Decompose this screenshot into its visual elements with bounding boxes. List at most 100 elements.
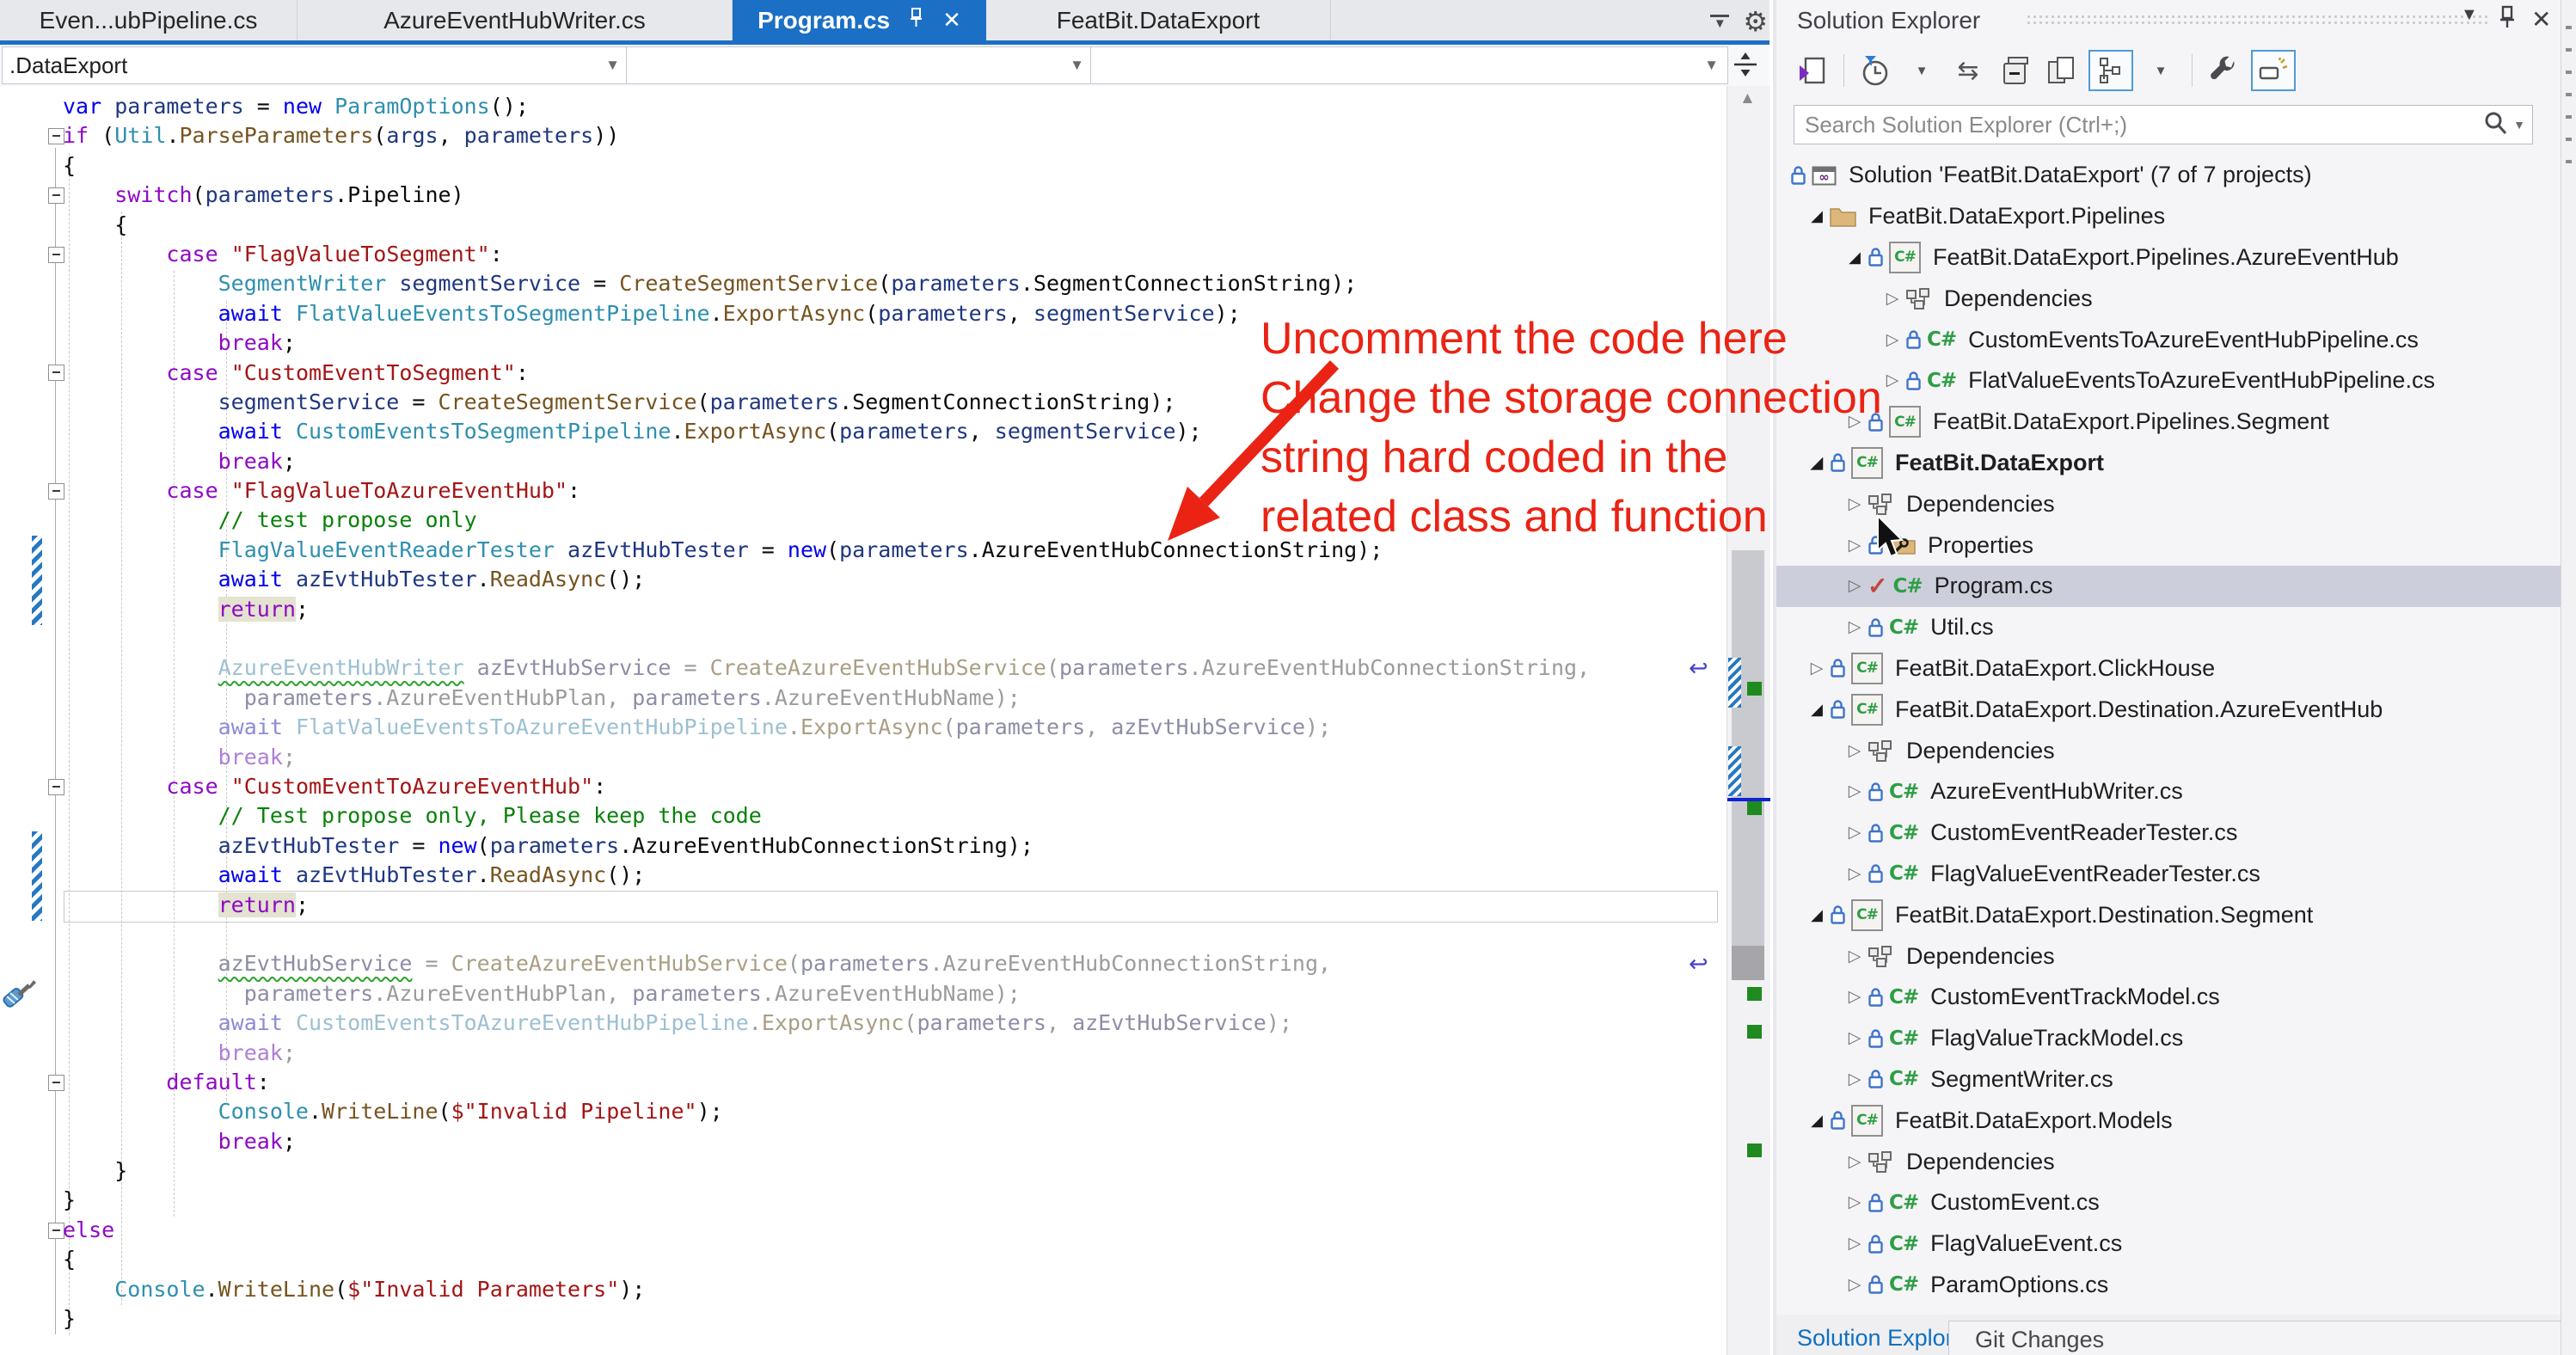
code-line[interactable]: Console.WriteLine($"Invalid Parameters")…	[0, 1275, 1727, 1304]
member-combo[interactable]: ▼	[1090, 46, 1728, 84]
expander-collapsed-icon[interactable]: ▷	[1842, 782, 1868, 801]
home-document-icon[interactable]	[1794, 52, 1831, 89]
type-combo[interactable]: ▼	[626, 46, 1094, 84]
code-line[interactable]: // Test propose only, Please keep the co…	[0, 801, 1727, 831]
tree-row[interactable]: ▷C#Util.cs	[1776, 607, 2564, 648]
code-content[interactable]: var parameters = new ParamOptions();if (…	[0, 92, 1727, 1334]
tree-row[interactable]: ▷C#AzureEventHubWriter.cs	[1776, 771, 2564, 812]
close-icon[interactable]: ✕	[942, 7, 961, 34]
expander-collapsed-icon[interactable]: ▷	[1842, 947, 1868, 966]
tree-row[interactable]: ◢FeatBit.DataExport.Pipelines	[1776, 196, 2564, 237]
code-line[interactable]: else	[0, 1216, 1727, 1245]
scroll-up-icon[interactable]: ▲	[1739, 89, 1756, 108]
tree-row[interactable]: ▷C#CustomEvent.cs	[1776, 1182, 2564, 1223]
tree-row[interactable]: ▷C#CustomEventsToAzureEventHubPipeline.c…	[1776, 319, 2564, 360]
code-line[interactable]: SegmentWriter segmentService = CreateSeg…	[0, 269, 1727, 298]
code-line[interactable]: await FlatValueEventsToSegmentPipeline.E…	[0, 299, 1727, 328]
expander-expanded-icon[interactable]: ◢	[1804, 207, 1830, 225]
search-icon[interactable]	[2482, 110, 2508, 140]
code-line[interactable]: }	[0, 1156, 1727, 1186]
tree-row[interactable]: ▷C#ParamOptions.cs	[1776, 1265, 2564, 1306]
tree-row[interactable]: ▷C#FeatBit.DataExport.Pipelines.Segment	[1776, 402, 2564, 443]
tree-row[interactable]: ▷C#SegmentWriter.cs	[1776, 1059, 2564, 1101]
sync-with-active-document-icon[interactable]: ⇆	[1949, 52, 1987, 89]
dropdown[interactable]: ▼	[1903, 52, 1941, 89]
code-line[interactable]: azEvtHubService = CreateAzureEventHubSer…	[0, 949, 1727, 978]
expander-collapsed-icon[interactable]: ▷	[1842, 1152, 1868, 1172]
expander-expanded-icon[interactable]: ◢	[1804, 701, 1830, 719]
tab-program-cs[interactable]: Program.cs ✕	[733, 0, 986, 40]
code-line[interactable]: parameters.AzureEventHubPlan, parameters…	[0, 684, 1727, 713]
tab-azureeventhubwriter[interactable]: AzureEventHubWriter.cs	[297, 0, 733, 40]
open-files-dropdown-icon[interactable]: ▼	[1708, 15, 1731, 29]
code-line[interactable]: // test propose only	[0, 506, 1727, 535]
code-line[interactable]: break;	[0, 328, 1727, 358]
code-line[interactable]: await azEvtHubTester.ReadAsync();	[0, 861, 1727, 890]
tree-row[interactable]: ▷C#CustomEventTrackModel.cs	[1776, 977, 2564, 1018]
tab-featbit-dataexport[interactable]: FeatBit.DataExport	[986, 0, 1331, 40]
tree-row[interactable]: ▷C#CustomEventReaderTester.cs	[1776, 812, 2564, 854]
code-line[interactable]: break;	[0, 447, 1727, 476]
expander-collapsed-icon[interactable]: ▷	[1842, 617, 1868, 637]
tree-row[interactable]: ▷C#FlagValueEventReaderTester.cs	[1776, 854, 2564, 895]
code-line[interactable]: default:	[0, 1068, 1727, 1097]
code-line[interactable]	[0, 624, 1727, 653]
preview-selected-items-icon[interactable]	[2251, 50, 2296, 91]
code-line[interactable]: parameters.AzureEventHubPlan, parameters…	[0, 979, 1727, 1009]
code-line[interactable]	[0, 920, 1727, 949]
nested-view-icon[interactable]	[2088, 50, 2133, 91]
gear-icon[interactable]: ⚙	[1743, 5, 1768, 38]
code-line[interactable]: break;	[0, 1039, 1727, 1068]
dropdown[interactable]: ▼	[2142, 52, 2180, 89]
expander-collapsed-icon[interactable]: ▷	[1804, 659, 1830, 678]
code-editor[interactable]: var parameters = new ParamOptions();if (…	[0, 86, 1727, 1355]
tree-row[interactable]: ▷Properties	[1776, 524, 2564, 566]
code-line[interactable]: {	[0, 211, 1727, 240]
expander-collapsed-icon[interactable]: ▷	[1842, 412, 1868, 432]
wrench-icon[interactable]	[2205, 52, 2242, 89]
code-line[interactable]: case "FlagValueToAzureEventHub":	[0, 476, 1727, 506]
code-line[interactable]: AzureEventHubWriter azEvtHubService = Cr…	[0, 653, 1727, 683]
tree-row[interactable]: ▷C#FlagValueEvent.cs	[1776, 1223, 2564, 1265]
code-line[interactable]: Console.WriteLine($"Invalid Pipeline");	[0, 1097, 1727, 1126]
code-line[interactable]: segmentService = CreateSegmentService(pa…	[0, 388, 1727, 417]
window-position-chevron-icon[interactable]: ▼	[2461, 5, 2478, 25]
code-line[interactable]: }	[0, 1186, 1727, 1215]
code-line[interactable]: break;	[0, 1127, 1727, 1156]
editor-scrollbar[interactable]: ▲	[1727, 86, 1770, 1355]
code-line[interactable]: case "CustomEventToSegment":	[0, 359, 1727, 388]
split-window-button[interactable]	[1725, 46, 1766, 83]
expander-collapsed-icon[interactable]: ▷	[1880, 330, 1905, 350]
code-line[interactable]: await CustomEventsToAzureEventHubPipelin…	[0, 1009, 1727, 1038]
expander-collapsed-icon[interactable]: ▷	[1842, 741, 1868, 761]
expander-expanded-icon[interactable]: ◢	[1804, 1112, 1830, 1130]
tree-row[interactable]: ◢C#FeatBit.DataExport.Models	[1776, 1100, 2564, 1141]
expander-collapsed-icon[interactable]: ▷	[1842, 987, 1868, 1007]
tree-row[interactable]: ◢C#FeatBit.DataExport.Destination.Segmen…	[1776, 894, 2564, 935]
expander-collapsed-icon[interactable]: ▷	[1880, 289, 1905, 309]
code-line[interactable]: await CustomEventsToSegmentPipeline.Expo…	[0, 417, 1727, 446]
tree-row[interactable]: ◢C#FeatBit.DataExport	[1776, 443, 2564, 484]
code-line[interactable]: {	[0, 1245, 1727, 1274]
tree-row[interactable]: ▷✓C#Program.cs	[1776, 566, 2564, 607]
tree-row[interactable]: ∞Solution 'FeatBit.DataExport' (7 of 7 p…	[1776, 155, 2564, 196]
expander-expanded-icon[interactable]: ◢	[1842, 248, 1868, 267]
tree-row[interactable]: ▷C#FlatValueEventsToAzureEventHubPipelin…	[1776, 360, 2564, 402]
code-line[interactable]: var parameters = new ParamOptions();	[0, 92, 1727, 121]
project-scope-combo[interactable]: .DataExport ▼	[2, 46, 629, 84]
collapsed-panel-strip[interactable]	[2561, 0, 2576, 1355]
code-line[interactable]: }	[0, 1304, 1727, 1334]
tree-row[interactable]: ▷Dependencies	[1776, 935, 2564, 977]
expander-collapsed-icon[interactable]: ▷	[1842, 536, 1868, 555]
search-input[interactable]	[1794, 111, 2482, 139]
tree-row[interactable]: ▷Dependencies	[1776, 483, 2564, 524]
search-box[interactable]: ▼	[1794, 105, 2533, 144]
tree-row[interactable]: ▷C#FeatBit.DataExport.ClickHouse	[1776, 648, 2564, 690]
expander-collapsed-icon[interactable]: ▷	[1842, 1275, 1868, 1295]
tree-row[interactable]: ▷Dependencies	[1776, 730, 2564, 771]
pin-icon[interactable]	[909, 7, 923, 34]
filter-pending-changes-icon[interactable]	[1856, 52, 1894, 89]
collapse-all-icon[interactable]	[1996, 52, 2033, 89]
code-line[interactable]: await FlatValueEventsToAzureEventHubPipe…	[0, 713, 1727, 742]
code-line[interactable]: FlagValueEventReaderTester azEvtHubTeste…	[0, 536, 1727, 565]
